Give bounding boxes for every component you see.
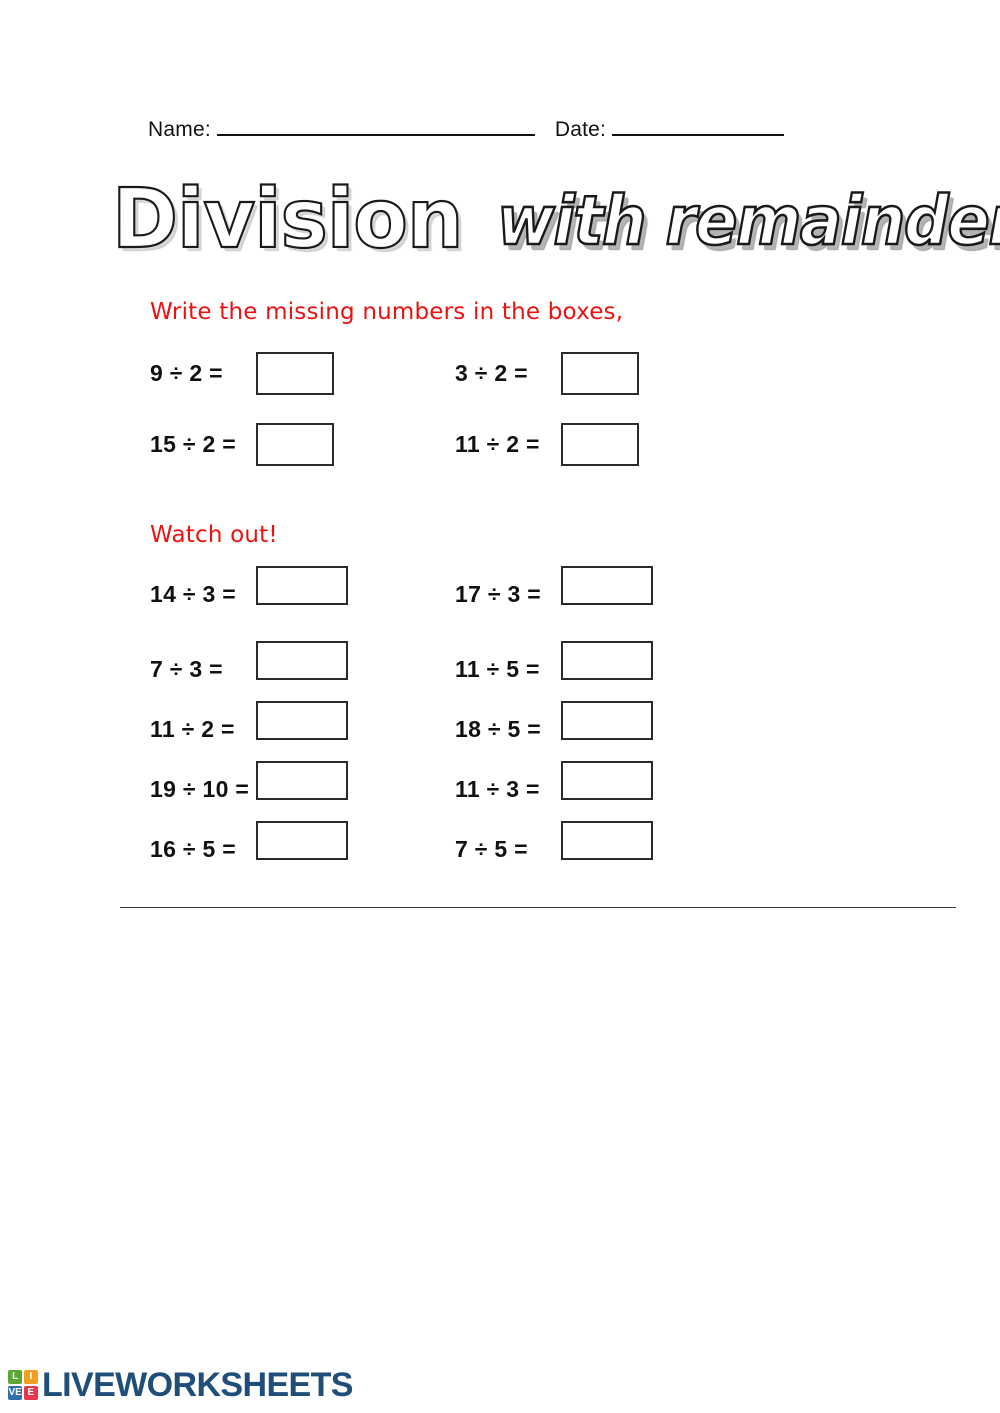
- liveworksheets-wordmark: LIVEWORKSHEETS: [42, 1366, 353, 1404]
- problem-expression: 16 ÷ 5 =: [150, 836, 236, 862]
- date-label: Date:: [554, 118, 607, 141]
- problem-row: 19 ÷ 10 =: [150, 761, 348, 809]
- problem-expression: 19 ÷ 10 =: [150, 776, 250, 802]
- problem-expression: 11 ÷ 3 =: [455, 776, 540, 802]
- logo-cell-ve: VE: [8, 1385, 23, 1400]
- answer-input-box[interactable]: [256, 423, 334, 466]
- title-main-text: Division: [111, 172, 465, 267]
- problem-row: 7 ÷ 3 =: [150, 641, 348, 689]
- worksheet-title: Division with remainders: [111, 172, 1000, 268]
- date-input-line[interactable]: [612, 119, 785, 136]
- name-date-row: Name: Date:: [148, 118, 848, 152]
- problem-expression: 15 ÷ 2 =: [150, 431, 236, 457]
- section-2-heading: Watch out!: [150, 522, 278, 548]
- problem-expression: 3 ÷ 2 =: [455, 360, 528, 386]
- problem-row: 18 ÷ 5 =: [455, 701, 653, 749]
- problem-row: 16 ÷ 5 =: [150, 821, 348, 869]
- liveworksheets-logo: L I VE E LIVEWORKSHEETS: [8, 1368, 353, 1402]
- answer-input-box[interactable]: [561, 641, 653, 680]
- problem-expression: 11 ÷ 2 =: [455, 431, 540, 457]
- answer-input-box[interactable]: [561, 761, 653, 800]
- problem-row: 17 ÷ 3 =: [455, 566, 653, 614]
- answer-input-box[interactable]: [256, 566, 348, 605]
- problem-row: 11 ÷ 5 =: [455, 641, 653, 689]
- problem-expression: 11 ÷ 5 =: [455, 656, 540, 682]
- horizontal-divider: [120, 907, 956, 908]
- problem-expression: 14 ÷ 3 =: [150, 581, 236, 607]
- answer-input-box[interactable]: [256, 761, 348, 800]
- problem-row: 14 ÷ 3 =: [150, 566, 348, 614]
- problem-row: 9 ÷ 2 =: [150, 352, 334, 395]
- name-label: Name:: [148, 118, 211, 141]
- answer-input-box[interactable]: [561, 423, 639, 466]
- problem-row: 11 ÷ 2 =: [455, 423, 639, 466]
- logo-cell-e: E: [23, 1385, 38, 1400]
- worksheet-page: Name: Date: Division with remainders Wri…: [0, 0, 1000, 1413]
- liveworksheets-logo-icon: L I VE E: [8, 1370, 38, 1400]
- problem-row: 3 ÷ 2 =: [455, 352, 639, 395]
- logo-cell-i: I: [23, 1370, 38, 1385]
- answer-input-box[interactable]: [256, 352, 334, 395]
- problem-row: 7 ÷ 5 =: [455, 821, 653, 869]
- logo-cell-l: L: [8, 1370, 23, 1385]
- answer-input-box[interactable]: [256, 641, 348, 680]
- section-1-heading: Write the missing numbers in the boxes,: [150, 299, 624, 325]
- answer-input-box[interactable]: [561, 352, 639, 395]
- answer-input-box[interactable]: [561, 821, 653, 860]
- problem-expression: 7 ÷ 5 =: [455, 836, 528, 862]
- answer-input-box[interactable]: [561, 701, 653, 740]
- answer-input-box[interactable]: [256, 701, 348, 740]
- problem-expression: 9 ÷ 2 =: [150, 360, 223, 386]
- problem-row: 15 ÷ 2 =: [150, 423, 334, 466]
- title-sub-text: with remainders: [496, 182, 1000, 261]
- problem-expression: 11 ÷ 2 =: [150, 716, 235, 742]
- answer-input-box[interactable]: [256, 821, 348, 860]
- answer-input-box[interactable]: [561, 566, 653, 605]
- problem-row: 11 ÷ 3 =: [455, 761, 653, 809]
- problem-expression: 18 ÷ 5 =: [455, 716, 541, 742]
- name-input-line[interactable]: [216, 119, 535, 136]
- problem-expression: 17 ÷ 3 =: [455, 581, 541, 607]
- problem-expression: 7 ÷ 3 =: [150, 656, 223, 682]
- problem-row: 11 ÷ 2 =: [150, 701, 348, 749]
